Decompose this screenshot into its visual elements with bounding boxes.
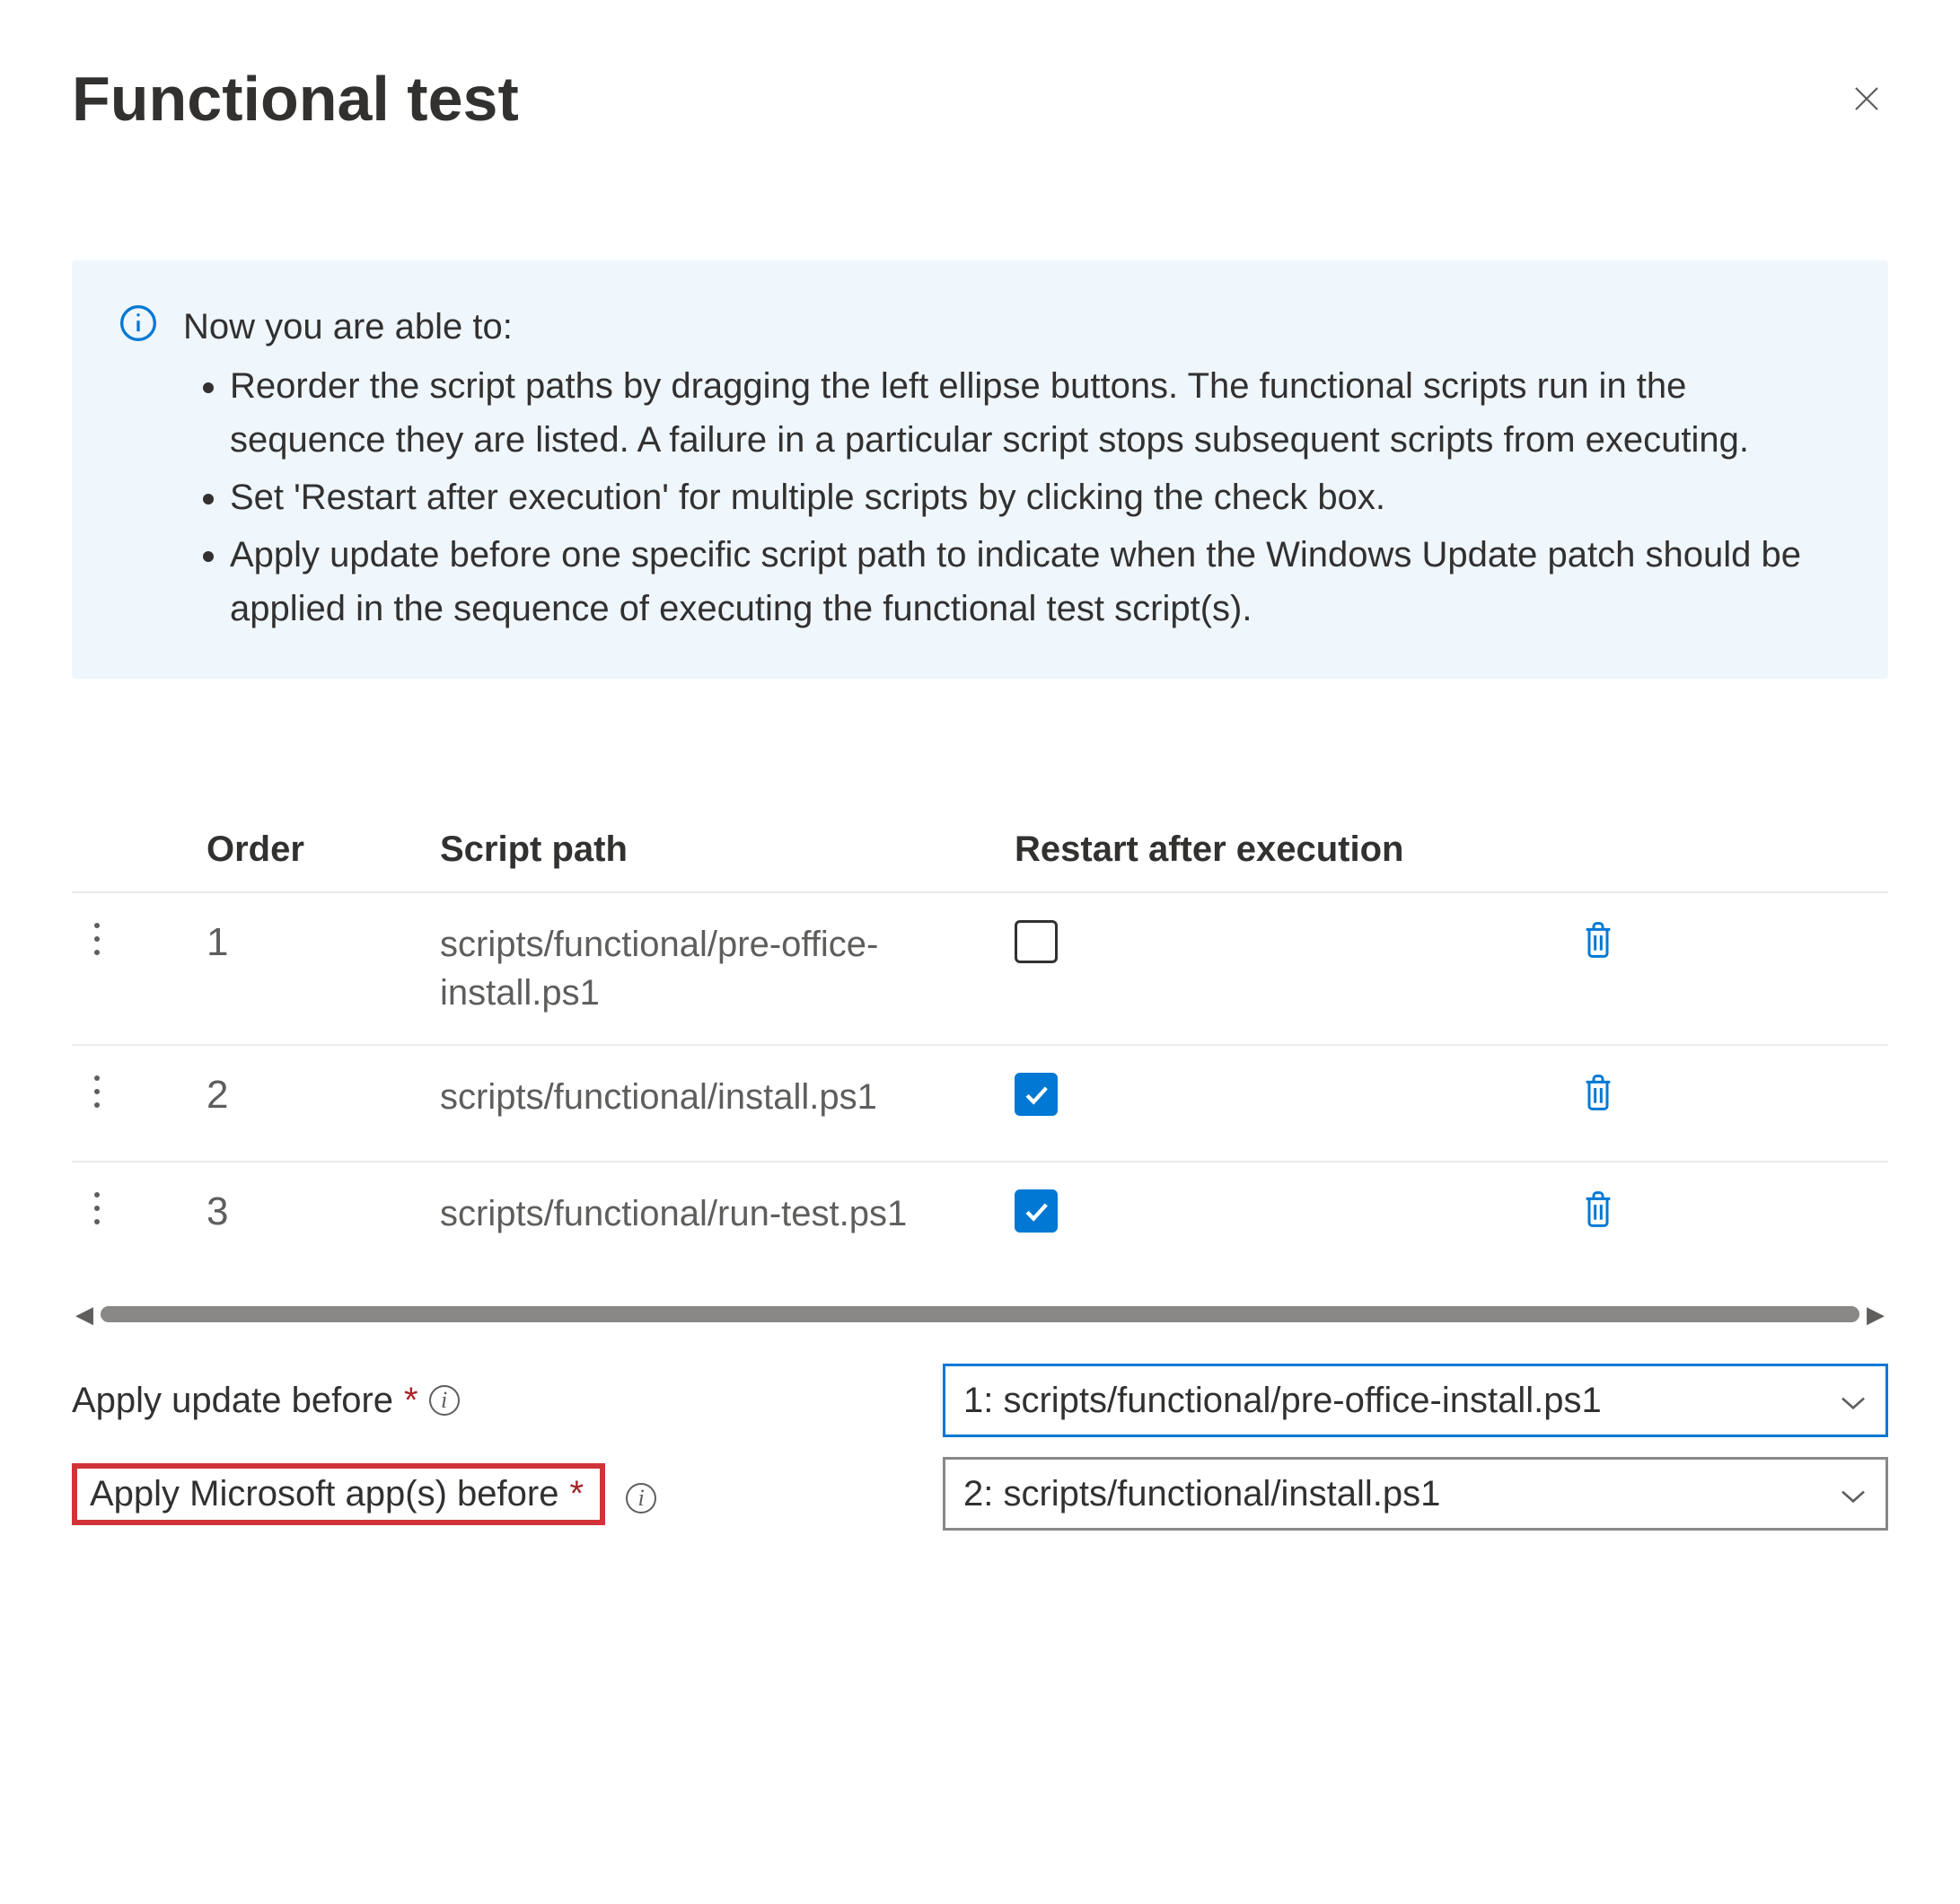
delete-button[interactable] <box>1580 1189 1616 1238</box>
script-path: scripts/functional/run-test.ps1 <box>440 1189 943 1238</box>
info-tooltip-icon[interactable]: i <box>429 1385 460 1416</box>
column-header-restart: Restart after execution <box>1015 829 1544 870</box>
close-button[interactable] <box>1845 77 1888 120</box>
info-bullet: Reorder the script paths by dragging the… <box>230 359 1841 467</box>
trash-icon <box>1580 1073 1616 1112</box>
apply-update-dropdown[interactable]: 1: scripts/functional/pre-office-install… <box>943 1364 1888 1437</box>
delete-button[interactable] <box>1580 920 1616 969</box>
horizontal-scrollbar[interactable]: ◀ ▶ <box>72 1301 1888 1328</box>
chevron-down-icon <box>1839 1381 1868 1421</box>
restart-checkbox[interactable] <box>1015 1073 1058 1116</box>
chevron-down-icon <box>1839 1474 1868 1514</box>
info-bullet: Apply update before one specific script … <box>230 528 1841 636</box>
info-bullet: Set 'Restart after execution' for multip… <box>230 470 1841 524</box>
table-row: 2 scripts/functional/install.ps1 <box>72 1046 1888 1163</box>
scrollbar-track <box>101 1306 1859 1322</box>
column-header-order: Order <box>207 829 440 870</box>
table-row: 3 scripts/functional/run-test.ps1 <box>72 1163 1888 1279</box>
scroll-right-arrow-icon: ▶ <box>1863 1301 1888 1329</box>
restart-checkbox[interactable] <box>1015 1189 1058 1233</box>
table-row: 1 scripts/functional/pre-office-install.… <box>72 893 1888 1046</box>
trash-icon <box>1580 920 1616 960</box>
order-value: 3 <box>207 1189 440 1234</box>
drag-handle[interactable] <box>72 1189 207 1227</box>
drag-handle-icon <box>93 1189 101 1227</box>
dropdown-value: 2: scripts/functional/install.ps1 <box>963 1474 1440 1514</box>
restart-checkbox[interactable] <box>1015 920 1058 963</box>
drag-handle[interactable] <box>72 920 207 958</box>
info-tooltip-icon[interactable]: i <box>626 1483 656 1514</box>
apply-ms-app-label: Apply Microsoft app(s) before <box>90 1474 558 1514</box>
check-icon <box>1021 1196 1051 1226</box>
script-table: Order Script path Restart after executio… <box>72 813 1888 1279</box>
required-asterisk: * <box>404 1381 418 1421</box>
info-icon <box>119 303 158 343</box>
trash-icon <box>1580 1189 1616 1229</box>
page-title: Functional test <box>72 63 519 135</box>
script-path: scripts/functional/pre-office-install.ps… <box>440 920 943 1017</box>
script-path: scripts/functional/install.ps1 <box>440 1073 943 1121</box>
order-value: 1 <box>207 920 440 965</box>
column-header-path: Script path <box>440 829 1015 870</box>
required-asterisk: * <box>569 1474 584 1514</box>
drag-handle-icon <box>93 920 101 958</box>
apply-ms-app-dropdown[interactable]: 2: scripts/functional/install.ps1 <box>943 1457 1888 1531</box>
dropdown-value: 1: scripts/functional/pre-office-install… <box>963 1381 1602 1421</box>
scroll-left-arrow-icon: ◀ <box>72 1301 97 1329</box>
close-icon <box>1850 83 1883 115</box>
info-intro: Now you are able to: <box>183 307 513 347</box>
order-value: 2 <box>207 1073 440 1118</box>
apply-update-label: Apply update before <box>72 1381 393 1421</box>
info-box: Now you are able to: Reorder the script … <box>72 260 1888 679</box>
check-icon <box>1021 1079 1051 1110</box>
delete-button[interactable] <box>1580 1073 1616 1121</box>
drag-handle-icon <box>93 1073 101 1110</box>
drag-handle[interactable] <box>72 1073 207 1110</box>
highlighted-label-box: Apply Microsoft app(s) before * <box>72 1463 605 1525</box>
